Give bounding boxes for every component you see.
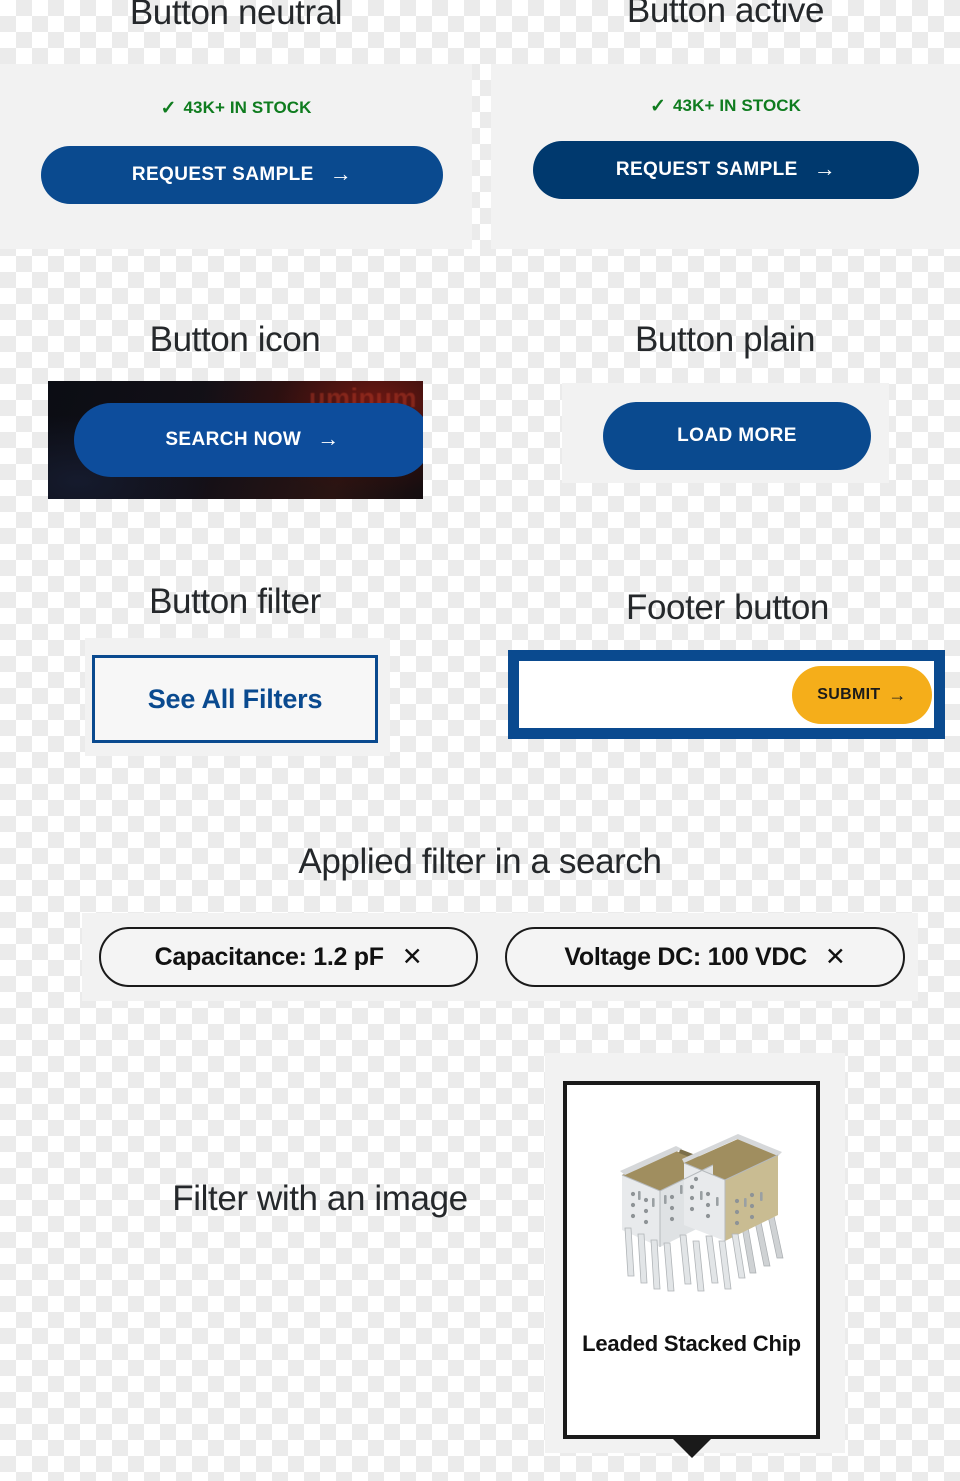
heading-filter-with-image: Filter with an image bbox=[172, 1179, 468, 1218]
arrow-right-icon: → bbox=[888, 684, 907, 705]
image-filter-card[interactable]: Leaded Stacked Chip bbox=[563, 1081, 820, 1439]
filter-chip-capacitance[interactable]: Capacitance: 1.2 pF ✕ bbox=[99, 927, 478, 987]
heading-footer-button: Footer button bbox=[626, 588, 829, 627]
heading-button-active: Button active bbox=[626, 0, 825, 30]
footer-search-field[interactable]: SUBMIT → bbox=[508, 650, 945, 739]
image-filter-card-pointer bbox=[670, 1436, 714, 1458]
request-sample-button-neutral[interactable]: REQUEST SAMPLE → bbox=[41, 146, 443, 204]
request-sample-button-active[interactable]: REQUEST SAMPLE → bbox=[533, 141, 919, 199]
close-icon[interactable]: ✕ bbox=[825, 944, 846, 970]
search-now-button[interactable]: SEARCH NOW → bbox=[74, 403, 423, 477]
close-icon[interactable]: ✕ bbox=[402, 944, 423, 970]
see-all-filters-label: See All Filters bbox=[147, 683, 323, 714]
filter-chip-label: Capacitance: 1.2 pF bbox=[154, 942, 384, 971]
heading-button-icon: Button icon bbox=[149, 320, 321, 359]
hero-dark-background: uminum SEARCH NOW → bbox=[48, 381, 423, 499]
load-more-label: LOAD MORE bbox=[677, 425, 797, 446]
stock-status-active: ✓ 43K+ IN STOCK bbox=[491, 94, 960, 118]
arrow-right-icon: → bbox=[329, 161, 353, 186]
stock-status-neutral: ✓ 43K+ IN STOCK bbox=[0, 96, 472, 120]
search-now-label: SEARCH NOW bbox=[165, 429, 302, 450]
request-sample-label: REQUEST SAMPLE bbox=[615, 159, 798, 180]
stock-label: 43K+ IN STOCK bbox=[183, 98, 312, 117]
footer-search-input[interactable] bbox=[519, 683, 792, 706]
stock-label: 43K+ IN STOCK bbox=[672, 96, 802, 115]
see-all-filters-button[interactable]: See All Filters bbox=[92, 655, 378, 743]
image-filter-caption: Leaded Stacked Chip bbox=[582, 1331, 801, 1356]
submit-button[interactable]: SUBMIT → bbox=[792, 665, 932, 724]
arrow-right-icon: → bbox=[813, 156, 837, 181]
heading-applied-filters: Applied filter in a search bbox=[298, 842, 662, 881]
heading-button-plain: Button plain bbox=[634, 320, 816, 359]
check-icon: ✓ bbox=[160, 97, 177, 119]
leaded-stacked-chip-image bbox=[567, 1085, 816, 1330]
arrow-right-icon: → bbox=[317, 426, 340, 451]
request-sample-label: REQUEST SAMPLE bbox=[131, 164, 314, 185]
submit-label: SUBMIT bbox=[817, 685, 881, 703]
filter-chip-label: Voltage DC: 100 VDC bbox=[564, 942, 807, 971]
heading-button-filter: Button filter bbox=[149, 582, 321, 621]
load-more-button[interactable]: LOAD MORE bbox=[603, 402, 871, 470]
check-icon: ✓ bbox=[649, 95, 666, 117]
filter-chip-voltage-dc[interactable]: Voltage DC: 100 VDC ✕ bbox=[505, 927, 905, 987]
heading-button-neutral: Button neutral bbox=[129, 0, 343, 32]
